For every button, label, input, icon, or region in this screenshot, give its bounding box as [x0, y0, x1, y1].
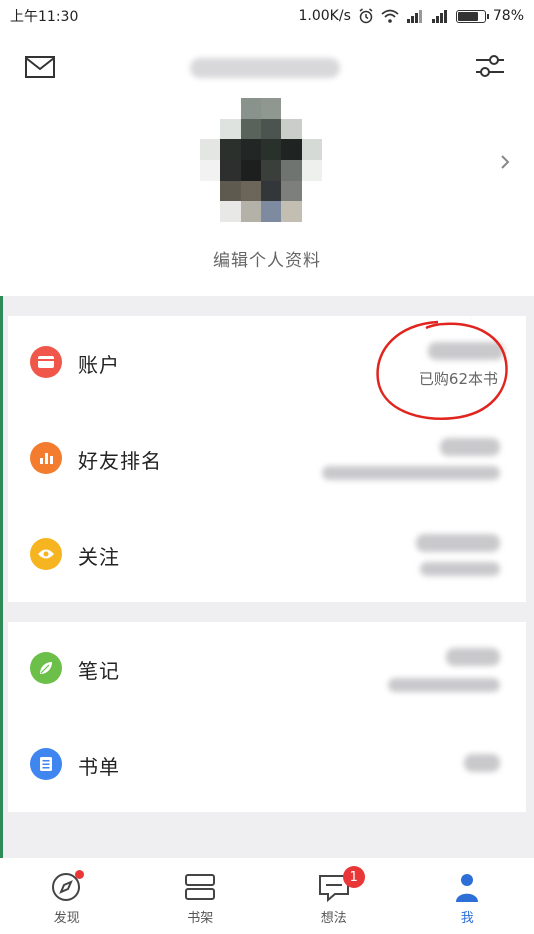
tab-label: 书架 — [187, 911, 214, 926]
menu-item-label: 笔记 — [78, 659, 120, 683]
avatar-pixel — [220, 180, 241, 202]
avatar-pixel — [240, 180, 261, 202]
purchased-books-count: 已购62本书 — [418, 370, 498, 388]
avatar-pixel — [240, 139, 261, 160]
avatar[interactable] — [200, 98, 322, 222]
notification-dot — [74, 870, 84, 879]
avatar-pixel — [200, 201, 221, 222]
avatar-pixel — [301, 159, 322, 181]
avatar-pixel — [240, 118, 261, 140]
tab-label: 想法 — [320, 911, 347, 926]
avatar-pixel — [240, 201, 261, 222]
wifi-icon — [381, 9, 399, 23]
profile-header: 编辑个人资料 — [0, 32, 534, 296]
account-balance-redacted — [428, 342, 504, 360]
tab-discover[interactable]: 发现 — [0, 858, 134, 934]
avatar-pixel — [301, 180, 322, 202]
battery-level — [457, 11, 479, 21]
tab-thoughts[interactable]: 1 想法 — [267, 858, 401, 934]
avatar-pixel — [261, 159, 282, 181]
menu-item-follow[interactable]: 关注 — [8, 508, 526, 604]
tab-label: 我 — [460, 911, 474, 926]
follow-detail-redacted — [420, 562, 500, 576]
menu-item-friend-ranking[interactable]: 好友排名 — [8, 412, 526, 508]
avatar-pixel — [281, 139, 302, 160]
tab-bookshelf[interactable]: 书架 — [134, 858, 268, 934]
status-time: 上午11:30 — [10, 9, 79, 25]
compass-icon — [50, 870, 84, 904]
signal-icon — [431, 10, 447, 23]
alarm-icon — [359, 8, 373, 24]
tab-me[interactable]: 我 — [401, 858, 534, 934]
bottom-tab-bar: 发现 书架 1 想法 我 — [0, 858, 534, 934]
menu-item-label: 账户 — [78, 353, 120, 377]
chevron-right-icon[interactable] — [498, 152, 512, 172]
avatar-pixel — [261, 201, 282, 222]
status-icons: 1.00K/s 78% — [299, 8, 525, 24]
network-speed: 1.00K/s — [298, 8, 351, 24]
leaf-icon — [30, 652, 62, 684]
eye-icon — [30, 538, 62, 570]
status-bar: 上午11:30 1.00K/s 78% — [0, 0, 534, 32]
avatar-pixel — [281, 118, 302, 140]
avatar-pixel — [281, 98, 302, 119]
list-icon — [30, 748, 62, 780]
avatar-pixel — [261, 180, 282, 202]
ranking-detail-redacted — [322, 466, 500, 480]
menu-item-booklist[interactable]: 书单 — [8, 718, 526, 814]
avatar-pixel — [220, 98, 241, 119]
tab-label: 发现 — [53, 911, 80, 926]
menu-group-1: 账户 已购62本书 好友排名 关注 — [8, 316, 526, 602]
avatar-pixel — [301, 139, 322, 160]
notes-detail-redacted — [388, 678, 500, 692]
avatar-pixel — [220, 118, 241, 140]
avatar-pixel — [220, 201, 241, 222]
avatar-pixel — [281, 180, 302, 202]
notes-count-redacted — [446, 648, 500, 666]
mail-icon[interactable] — [24, 54, 56, 80]
booklist-count-redacted — [464, 754, 500, 772]
menu-item-notes[interactable]: 笔记 — [8, 622, 526, 718]
menu-item-label: 关注 — [78, 545, 120, 569]
avatar-pixel — [220, 159, 241, 181]
avatar-pixel — [261, 118, 282, 140]
avatar-pixel — [240, 159, 261, 181]
avatar-pixel — [200, 180, 221, 202]
avatar-pixel — [220, 139, 241, 160]
edit-profile-link[interactable]: 编辑个人资料 — [0, 246, 534, 271]
username-redacted — [190, 58, 340, 78]
avatar-pixel — [281, 159, 302, 181]
bar-chart-icon — [30, 442, 62, 474]
wallet-icon — [30, 346, 62, 378]
avatar-pixel — [200, 159, 221, 181]
menu-item-account[interactable]: 账户 已购62本书 — [8, 316, 526, 412]
avatar-pixel — [301, 201, 322, 222]
avatar-pixel — [200, 98, 221, 119]
avatar-pixel — [240, 98, 261, 119]
ranking-value-redacted — [440, 438, 500, 456]
battery-percent: 78% — [492, 8, 524, 24]
avatar-pixel — [281, 201, 302, 222]
menu-item-label: 书单 — [78, 755, 120, 779]
menu-item-label: 好友排名 — [78, 449, 162, 473]
avatar-pixel — [261, 98, 282, 119]
settings-sliders-icon[interactable] — [474, 52, 506, 82]
bookshelf-icon — [183, 870, 217, 904]
battery-icon — [455, 9, 489, 23]
avatar-pixel — [301, 98, 322, 119]
chat-bubble-icon: 1 — [317, 866, 365, 904]
signal-icon — [406, 10, 422, 23]
avatar-pixel — [261, 139, 282, 160]
avatar-pixel — [200, 139, 221, 160]
menu-group-2: 笔记 书单 — [8, 622, 526, 812]
person-icon — [450, 870, 484, 904]
avatar-pixel — [200, 118, 221, 140]
avatar-pixel — [301, 118, 322, 140]
notification-badge: 1 — [342, 866, 365, 888]
follow-value-redacted — [416, 534, 500, 552]
